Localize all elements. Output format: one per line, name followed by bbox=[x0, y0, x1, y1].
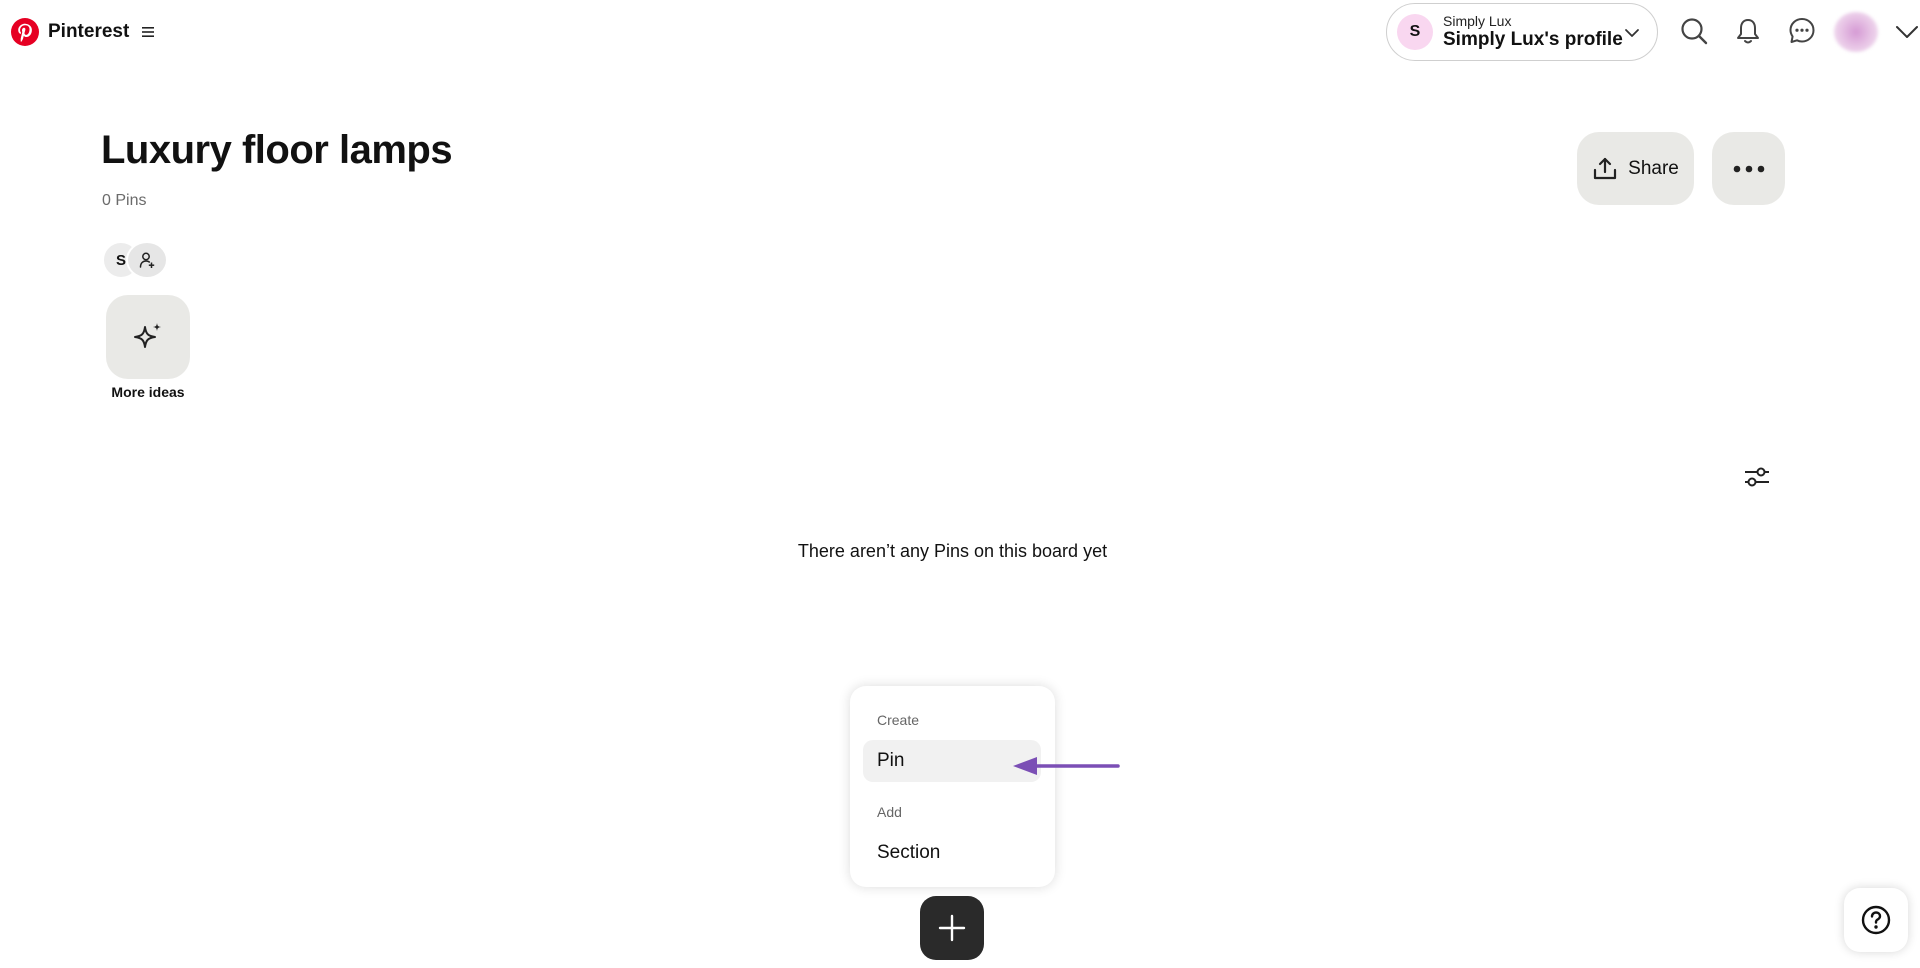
profile-switcher[interactable]: S Simply Lux Simply Lux's profile bbox=[1386, 3, 1658, 61]
search-button[interactable] bbox=[1677, 14, 1711, 48]
empty-board-message: There aren’t any Pins on this board yet bbox=[797, 541, 1108, 561]
create-menu: Create Pin Add Section bbox=[850, 686, 1055, 887]
board-page: Pinterest S Simply Lux Simply Lux's prof… bbox=[0, 0, 1920, 968]
notifications-button[interactable] bbox=[1731, 14, 1765, 48]
annotation-arrow-icon bbox=[1013, 757, 1120, 775]
profile-text: Simply Lux Simply Lux's profile bbox=[1443, 13, 1623, 51]
menu-lines-icon[interactable] bbox=[139, 23, 157, 41]
account-chevron-down-icon[interactable] bbox=[1895, 22, 1919, 42]
search-icon bbox=[1681, 18, 1708, 45]
share-label: Share bbox=[1628, 157, 1679, 179]
brand[interactable]: Pinterest bbox=[10, 14, 157, 50]
add-person-icon bbox=[139, 252, 155, 268]
help-button[interactable] bbox=[1844, 888, 1908, 952]
pin-count: 0 Pins bbox=[102, 192, 147, 209]
menu-heading-create: Create bbox=[877, 712, 920, 728]
messages-icon bbox=[1789, 18, 1815, 43]
profile-account-name: Simply Lux bbox=[1443, 13, 1512, 30]
add-button[interactable] bbox=[920, 896, 984, 960]
filter-button[interactable] bbox=[1740, 460, 1774, 494]
share-button[interactable]: Share bbox=[1577, 132, 1694, 205]
more-ideas-label: More ideas bbox=[111, 384, 185, 400]
pinterest-logo-icon[interactable] bbox=[10, 17, 40, 47]
profile-avatar: S bbox=[1397, 14, 1433, 50]
question-icon bbox=[1861, 905, 1891, 935]
ellipsis-icon bbox=[1733, 165, 1764, 172]
chevron-down-icon bbox=[1625, 29, 1639, 37]
add-collaborator-button[interactable] bbox=[126, 241, 168, 279]
add-section-item[interactable]: Section bbox=[863, 832, 1041, 874]
share-upload-icon bbox=[1594, 157, 1617, 179]
sparkle-icon bbox=[134, 323, 161, 348]
sliders-icon bbox=[1745, 467, 1769, 487]
brand-name[interactable]: Pinterest bbox=[48, 21, 129, 43]
profile-label: Simply Lux's profile bbox=[1443, 29, 1623, 51]
messages-button[interactable] bbox=[1785, 14, 1819, 48]
user-avatar[interactable] bbox=[1834, 12, 1878, 52]
more-ideas-button[interactable] bbox=[106, 295, 190, 379]
plus-icon bbox=[938, 914, 966, 942]
more-options-button[interactable] bbox=[1712, 132, 1785, 205]
board-title: Luxury floor lamps bbox=[101, 128, 453, 172]
bell-icon bbox=[1737, 19, 1759, 44]
collaborators[interactable]: S bbox=[102, 241, 172, 279]
menu-heading-add: Add bbox=[877, 804, 902, 820]
